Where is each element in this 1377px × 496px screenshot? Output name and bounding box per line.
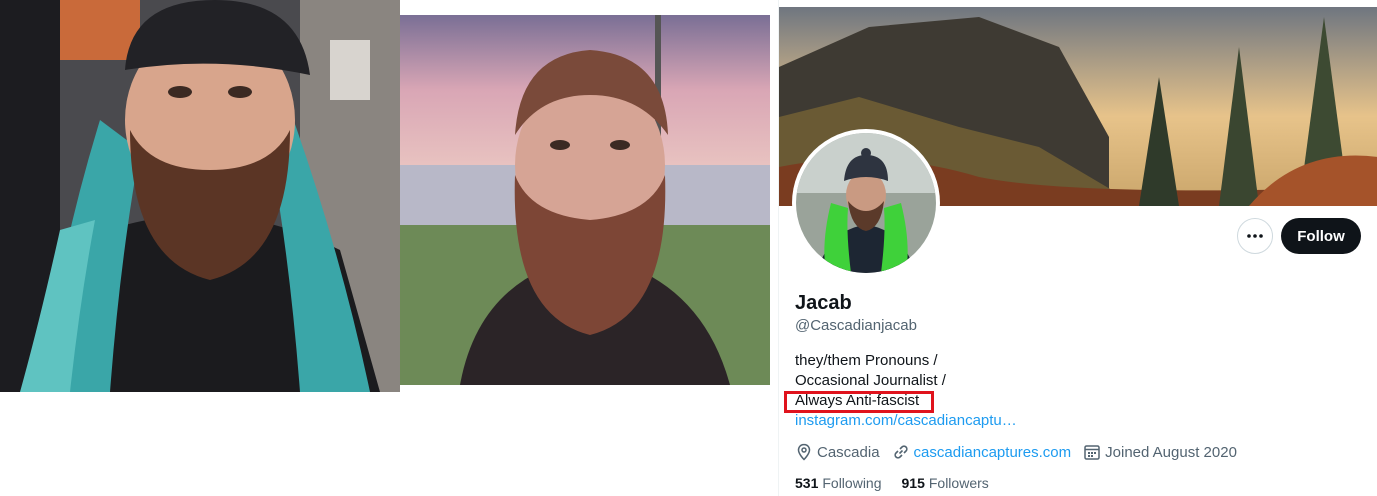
more-horizontal-icon (1247, 234, 1263, 238)
follow-button[interactable]: Follow (1281, 218, 1361, 254)
more-options-button[interactable] (1237, 218, 1273, 254)
profile-card: Follow Jacab @Cascadianjacab they/them P… (778, 0, 1377, 496)
photo-sunset-portrait (400, 15, 770, 385)
location-text: Cascadia (817, 443, 880, 461)
website[interactable]: cascadiancaptures.com (892, 443, 1072, 461)
user-handle: @Cascadianjacab (795, 317, 917, 334)
following-stat[interactable]: 531 Following (795, 475, 882, 491)
website-link[interactable]: cascadiancaptures.com (914, 444, 1072, 461)
link-icon (893, 445, 908, 459)
avatar[interactable] (796, 133, 936, 273)
calendar-icon (1084, 445, 1100, 460)
location: Cascadia (795, 443, 880, 461)
highlight-box (784, 391, 934, 413)
followers-label: Followers (928, 475, 989, 491)
following-count: 531 (795, 475, 819, 491)
photo-teal-hair (0, 0, 400, 392)
profile-meta: Cascadia cascadiancaptures.com Joined Au… (795, 443, 1249, 461)
join-date-text: Joined August 2020 (1105, 443, 1237, 461)
followers-count: 915 (901, 475, 925, 491)
bio-line: they/them Pronouns / (795, 352, 938, 369)
location-pin-icon (797, 443, 811, 461)
display-name: Jacab (795, 292, 852, 314)
follow-stats: 531 Following 915 Followers (795, 475, 1009, 491)
bio-line: Occasional Journalist / (795, 372, 946, 389)
bio-link[interactable]: instagram.com/cascadiancaptu… (795, 412, 1017, 429)
following-label: Following (822, 475, 882, 491)
followers-stat[interactable]: 915 Followers (902, 475, 989, 491)
join-date: Joined August 2020 (1083, 443, 1237, 461)
